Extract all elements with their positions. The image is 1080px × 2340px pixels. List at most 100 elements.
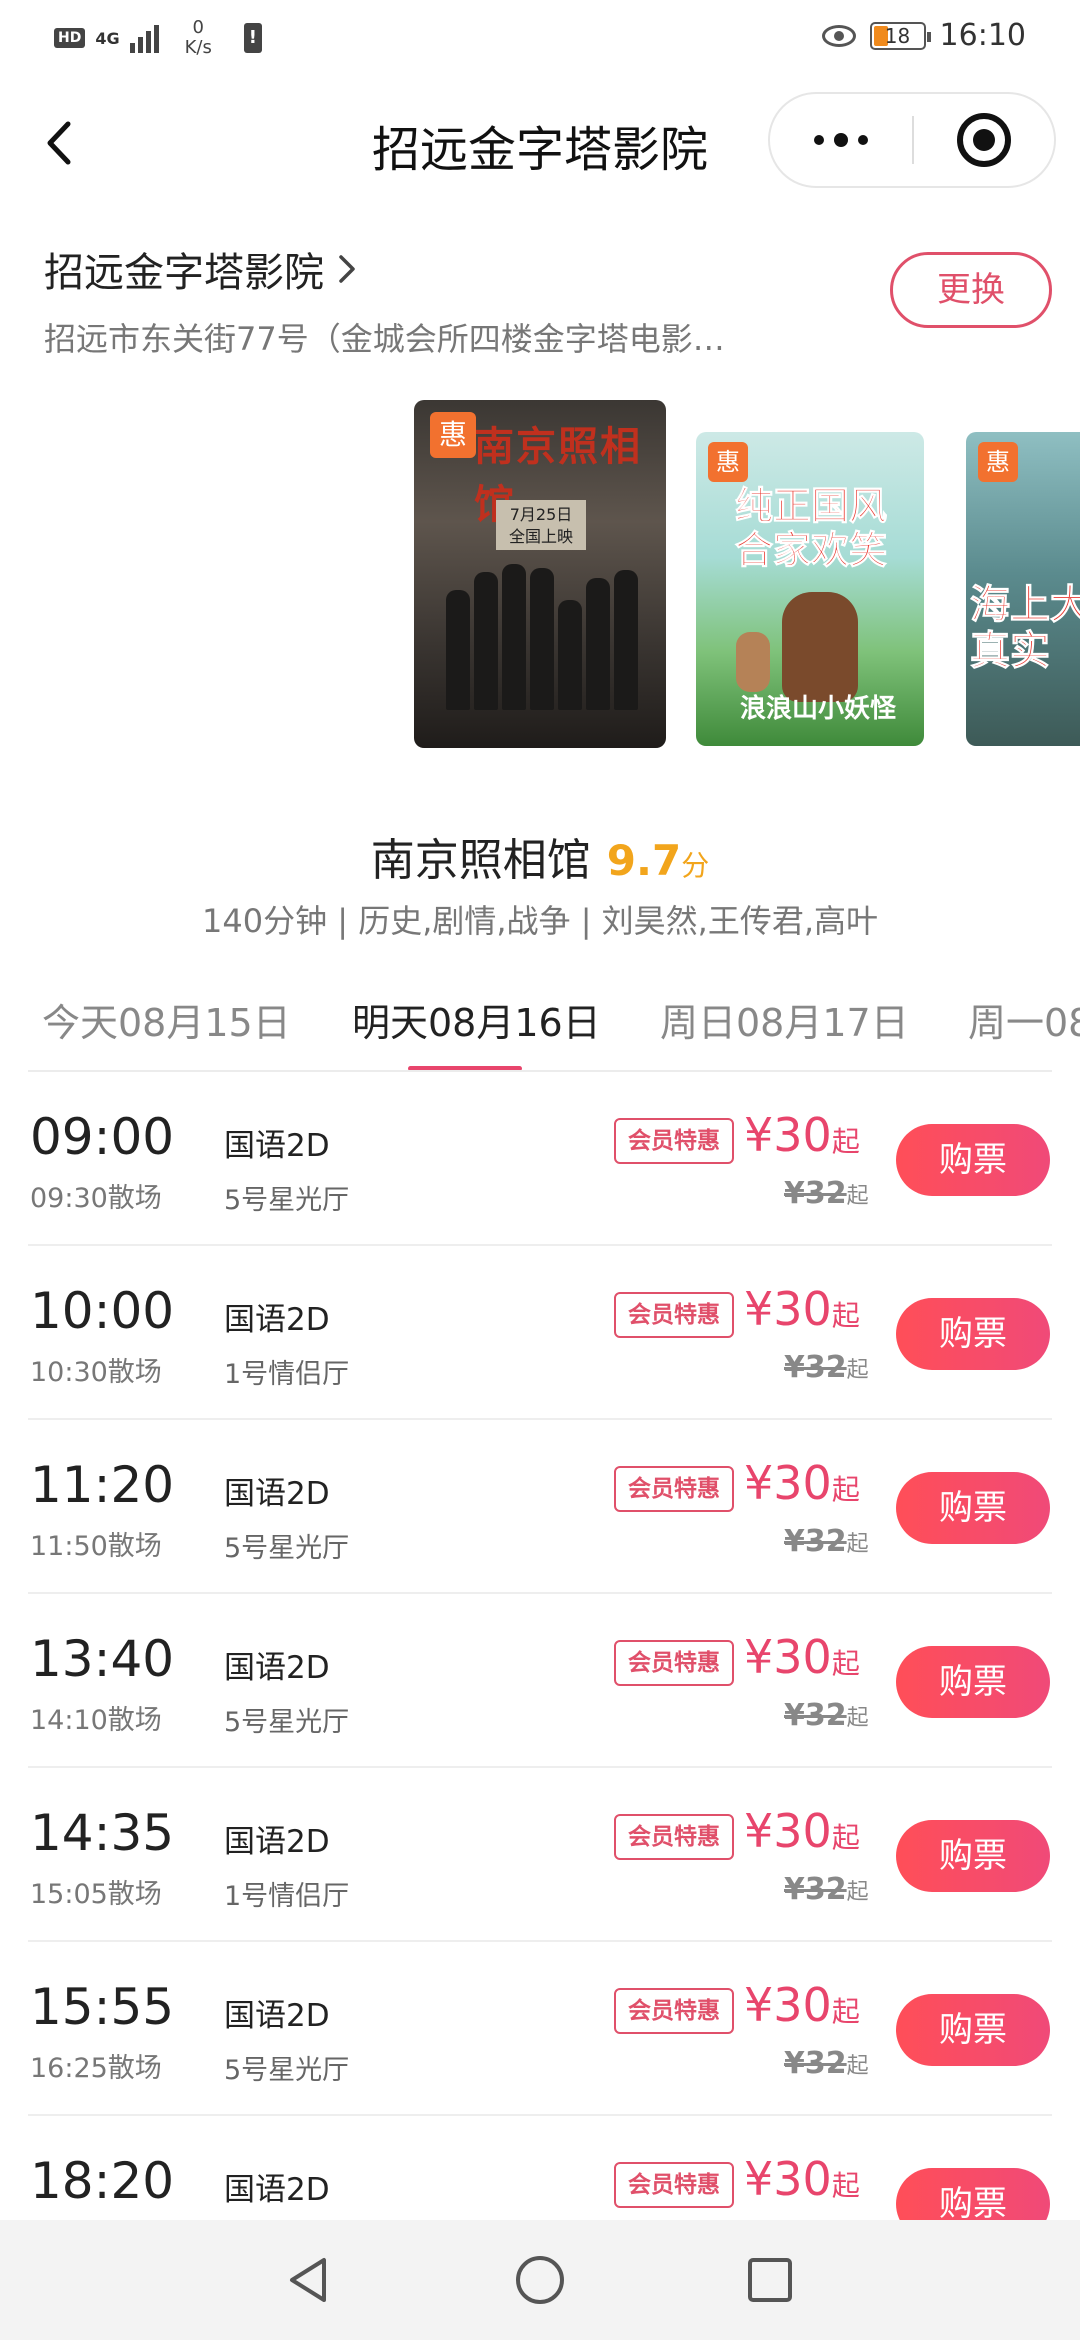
price-suffix: 起 [831,1299,860,1332]
member-discount-badge: 会员特惠 [614,1814,734,1860]
tab-date-0815[interactable]: 今天08月15日 [42,992,291,1047]
price-value: ¥30 [744,1108,832,1162]
movie-meta: 140分钟 | 历史,剧情,战争 | 刘昊然,王传君,高叶 [201,902,879,940]
member-discount-badge: 会员特惠 [614,1640,734,1686]
showtime-price: ¥30起 [744,1630,860,1684]
showtime-language: 国语2D [224,1650,330,1686]
member-discount-badge: 会员特惠 [614,1118,734,1164]
battery-level: 18 [884,23,911,48]
showtime-language: 国语2D [224,1302,330,1338]
cinema-address: 招远市东关街77号（金城会所四楼金字塔电影… [44,320,725,358]
price-value: ¥30 [744,1978,832,2032]
original-price: ¥32起 [784,1698,869,1733]
cinema-info: 招远金字塔影院 招远市东关街77号（金城会所四楼金字塔电影… [44,240,764,360]
showtime-row[interactable]: 15:55 16:25散场 国语2D 5号星光厅 会员特惠 ¥30起 ¥32起 购票 [0,1942,1080,2116]
nav-bar: 招远金字塔影院 [0,88,1080,198]
showtime-start: 10:00 [30,1282,175,1340]
showtime-hall: 1号情侣厅 [224,1881,350,1912]
showtime-end: 11:50散场 [30,1531,162,1562]
buy-ticket-button[interactable]: 购票 [896,1820,1050,1892]
tab-date-0817[interactable]: 周日08月17日 [660,992,909,1047]
member-discount-badge: 会员特惠 [614,1988,734,2034]
tab-date-0816[interactable]: 明天08月16日 [352,992,601,1047]
promo-badge: 惠 [978,442,1018,482]
showtime-end: 14:10散场 [30,1705,162,1736]
cinema-name: 招远金字塔影院 [44,250,324,296]
showtime-end: 15:05散场 [30,1879,162,1910]
poster-langlangshan[interactable]: 纯正国风 合家欢笑 浪浪山小妖怪 惠 [696,432,924,746]
alert-icon: ! [243,23,262,53]
cinema-name-link[interactable]: 招远金字塔影院 [44,240,764,298]
buy-ticket-button[interactable]: 购票 [896,1124,1050,1196]
signal-icon [129,23,159,53]
showtime-language: 国语2D [224,1824,330,1860]
showtime-price: ¥30起 [744,1108,860,1162]
showtime-row[interactable]: 11:20 11:50散场 国语2D 5号星光厅 会员特惠 ¥30起 ¥32起 购票 [0,1420,1080,1594]
poster-third-movie[interactable]: 海上大 真实 惠 [966,432,1080,746]
showtime-list: 09:00 09:30散场 国语2D 5号星光厅 会员特惠 ¥30起 ¥32起 购票 10:00… [0,1072,1080,2220]
buy-ticket-button[interactable]: 购票 [896,1994,1050,2066]
price-suffix: 起 [831,1473,860,1506]
promo-badge: 惠 [430,412,476,458]
triangle-back-icon [290,2258,326,2302]
poster-title: 纯正国风 合家欢笑 [734,484,887,573]
member-discount-badge: 会员特惠 [614,1292,734,1338]
showtime-language: 国语2D [224,1476,330,1512]
showtime-end: 09:30散场 [30,1183,162,1214]
showtime-start: 14:35 [30,1804,175,1862]
poster-script-title: 浪浪山小妖怪 [740,694,897,724]
original-price-value: ¥32 [784,1872,847,1907]
original-price-suffix: 起 [846,1880,869,1905]
system-home-button[interactable] [510,2250,570,2310]
more-button[interactable] [770,94,912,186]
speed-unit: K/s [184,37,212,58]
showtime-start: 13:40 [30,1630,175,1688]
original-price-value: ¥32 [784,2046,847,2081]
system-nav-bar [0,2220,1080,2340]
showtime-row[interactable]: 18:20 国语2D 会员特惠 ¥30起 购票 [0,2116,1080,2220]
buy-ticket-button[interactable]: 购票 [896,2168,1050,2220]
buy-ticket-button[interactable]: 购票 [896,1298,1050,1370]
showtime-price: ¥30起 [744,1978,860,2032]
poster-title: 海上大 真实 [970,582,1080,675]
showtime-language: 国语2D [224,1998,330,2034]
showtime-hall: 5号星光厅 [224,1533,350,1564]
poster-carousel[interactable]: 南京照相馆 7月25日 全国上映 惠 纯正国风 合家欢笑 浪浪山小妖怪 惠 海上… [0,398,1080,758]
poster-figures [444,560,640,710]
showtime-start: 11:20 [30,1456,175,1514]
speed-value: 0 [192,17,204,38]
status-left: HD 4G 0 K/s ! [54,18,262,58]
original-price: ¥32起 [784,2046,869,2081]
price-suffix: 起 [831,1995,860,2028]
price-suffix: 起 [831,1125,860,1158]
price-value: ¥30 [744,1804,832,1858]
showtime-row[interactable]: 13:40 14:10散场 国语2D 5号星光厅 会员特惠 ¥30起 ¥32起 购票 [0,1594,1080,1768]
circle-home-icon [516,2256,564,2304]
system-back-button[interactable] [280,2250,340,2310]
original-price-value: ¥32 [784,1698,847,1733]
poster-nanjing-photo-studio[interactable]: 南京照相馆 7月25日 全国上映 惠 [414,400,666,748]
change-cinema-button[interactable]: 更换 [890,252,1052,328]
movie-score-unit: 分 [681,849,710,882]
original-price-value: ¥32 [784,1176,847,1211]
close-miniprogram-button[interactable] [914,94,1054,186]
showtime-row[interactable]: 10:00 10:30散场 国语2D 1号情侣厅 会员特惠 ¥30起 ¥32起 购票 [0,1246,1080,1420]
original-price-suffix: 起 [846,2054,869,2079]
original-price: ¥32起 [784,1176,869,1211]
showtime-hall: 5号星光厅 [224,1185,350,1216]
showtime-price: ¥30起 [744,1804,860,1858]
buy-ticket-button[interactable]: 购票 [896,1472,1050,1544]
showtime-row[interactable]: 09:00 09:30散场 国语2D 5号星光厅 会员特惠 ¥30起 ¥32起 购票 [0,1072,1080,1246]
buy-ticket-button[interactable]: 购票 [896,1646,1050,1718]
showtime-start: 18:20 [30,2152,175,2210]
showtime-hall: 5号星光厅 [224,1707,350,1738]
movie-title: 南京照相馆 [370,835,591,886]
showtime-row[interactable]: 14:35 15:05散场 国语2D 1号情侣厅 会员特惠 ¥30起 ¥32起 购票 [0,1768,1080,1942]
tab-date-0818[interactable]: 周一08 [968,992,1080,1047]
poster-release: 7月25日 全国上映 [496,500,586,550]
price-value: ¥30 [744,1630,832,1684]
showtime-language: 国语2D [224,2172,330,2208]
system-recent-button[interactable] [740,2250,800,2310]
showtime-end: 10:30散场 [30,1357,162,1388]
original-price-value: ¥32 [784,1350,847,1385]
